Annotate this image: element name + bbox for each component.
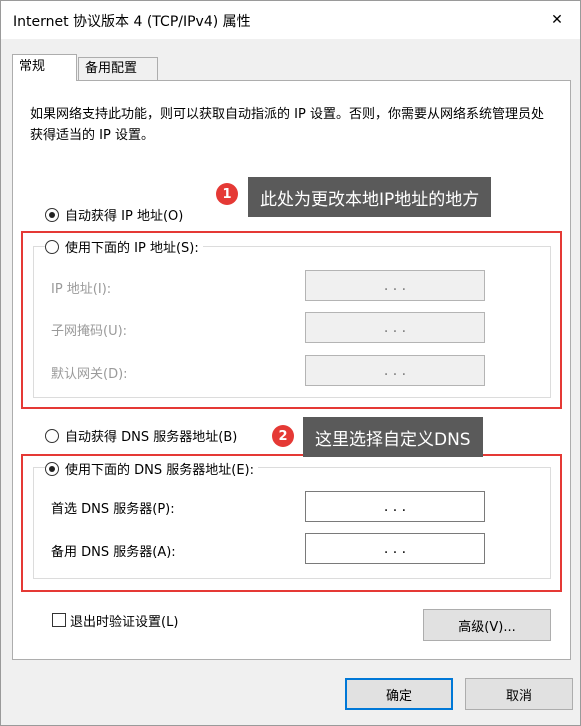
annotation-badge-1: 1 [216, 183, 238, 205]
annotation-badge-2: 2 [272, 425, 294, 447]
validate-checkbox-label: 退出时验证设置(L) [70, 615, 179, 630]
close-icon: ✕ [551, 12, 563, 28]
radio-auto-dns[interactable]: 自动获得 DNS 服务器地址(B) [45, 426, 237, 445]
description-text: 如果网络支持此功能，则可以获取自动指派的 IP 设置。否则，你需要从网络系统管理… [30, 107, 544, 143]
tab-alternate-config[interactable]: 备用配置 [78, 57, 158, 80]
advanced-button[interactable]: 高级(V)... [423, 609, 551, 641]
window-title: Internet 协议版本 4 (TCP/IPv4) 属性 [13, 14, 251, 30]
annotation-frame-dns [21, 454, 562, 592]
radio-auto-dns-label: 自动获得 DNS 服务器地址(B) [65, 430, 238, 445]
validate-checkbox[interactable] [52, 613, 66, 627]
dialog-window: Internet 协议版本 4 (TCP/IPv4) 属性 ✕ 常规 备用配置 … [0, 0, 581, 726]
radio-button[interactable] [45, 207, 59, 222]
radio-auto-ip[interactable]: 自动获得 IP 地址(O) [45, 205, 183, 224]
radio-button[interactable] [45, 428, 59, 443]
title-bar[interactable]: Internet 协议版本 4 (TCP/IPv4) 属性 ✕ [1, 1, 580, 39]
close-button[interactable]: ✕ [534, 1, 580, 39]
cancel-button[interactable]: 取消 [465, 678, 573, 710]
radio-auto-ip-label: 自动获得 IP 地址(O) [65, 209, 184, 224]
tab-general[interactable]: 常规 [12, 54, 77, 81]
ok-button[interactable]: 确定 [345, 678, 453, 710]
annotation-callout-1: 此处为更改本地IP地址的地方 [248, 177, 492, 217]
annotation-callout-2: 这里选择自定义DNS [303, 417, 483, 457]
annotation-frame-ip [21, 231, 562, 409]
